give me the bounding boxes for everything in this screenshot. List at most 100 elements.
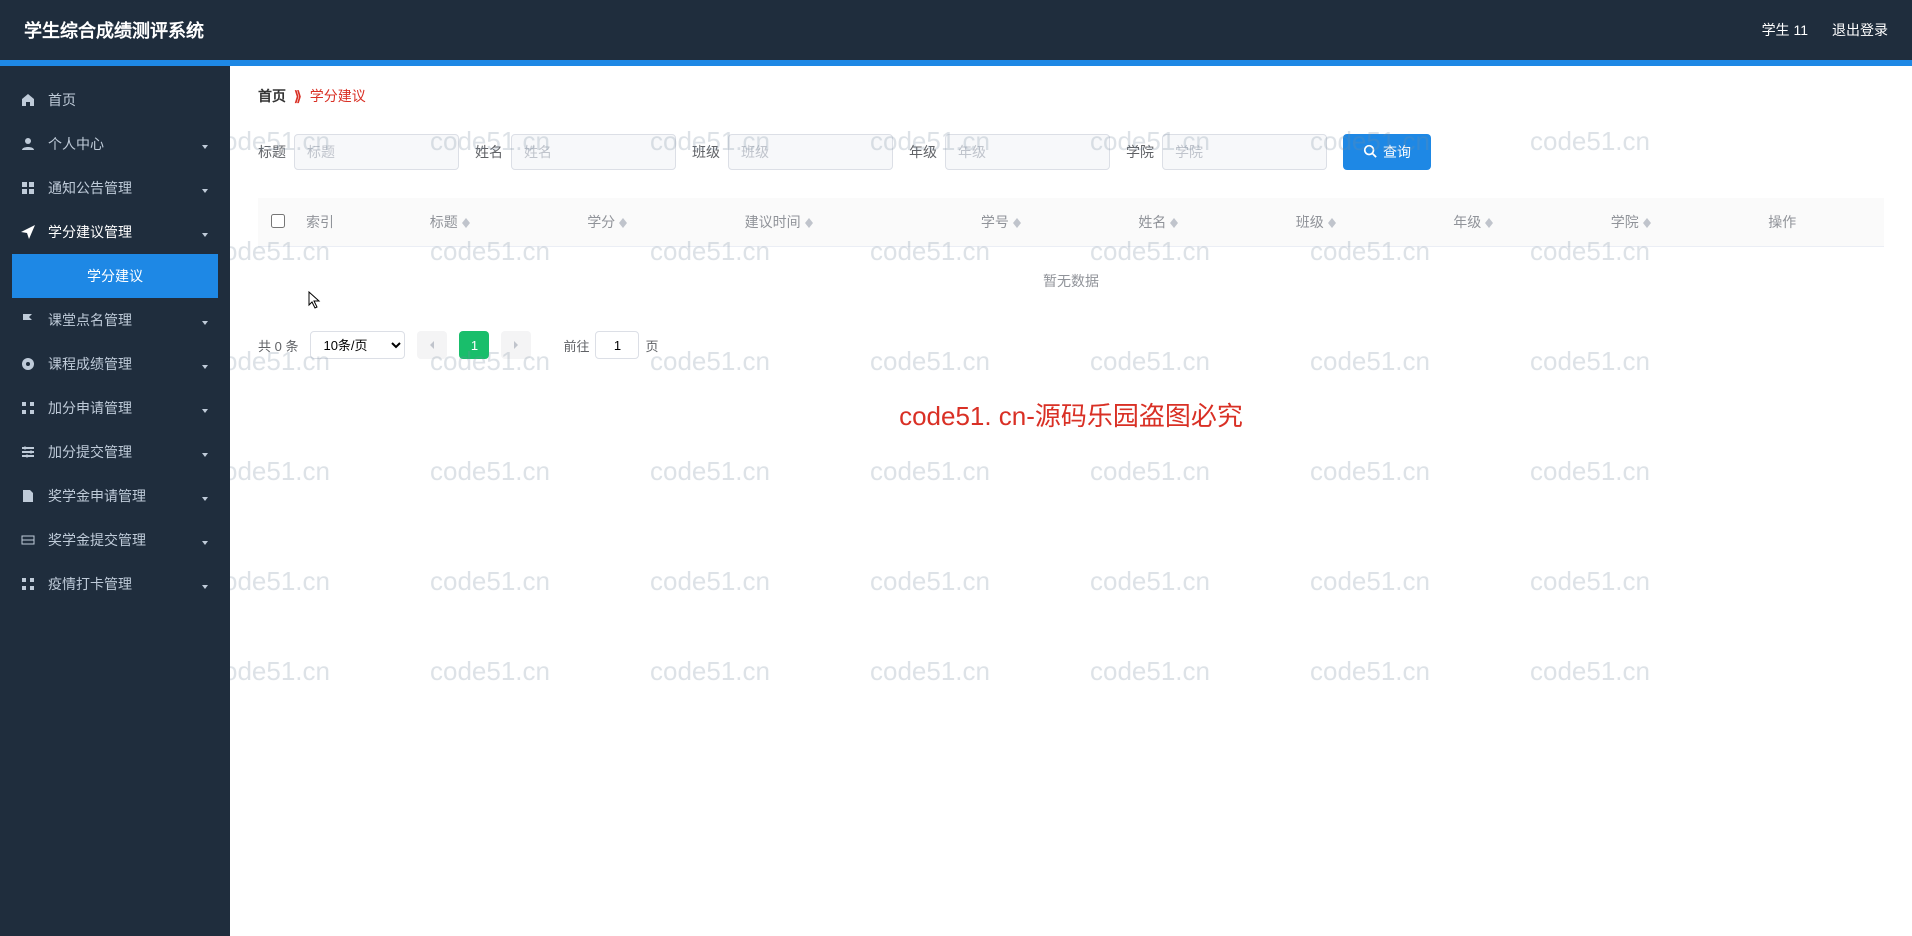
breadcrumb-current: 学分建议 (310, 86, 366, 106)
goto-suffix: 页 (645, 336, 658, 355)
grade-input[interactable] (945, 134, 1110, 170)
breadcrumb-separator-icon: ⟫ (294, 88, 302, 105)
column-label: 标题 (430, 214, 458, 230)
column-header[interactable]: 标题 (422, 198, 579, 247)
filter-label: 姓名 (475, 142, 503, 162)
sidebar-item-6[interactable]: 加分申请管理 (0, 386, 230, 430)
record-icon (20, 356, 36, 372)
watermark-main: code51. cn-源码乐园盗图必究 (230, 396, 1912, 433)
column-header[interactable]: 建议时间 (737, 198, 973, 247)
select-all-header (258, 198, 298, 247)
sidebar: 首页个人中心通知公告管理学分建议管理学分建议课堂点名管理课程成绩管理加分申请管理… (0, 66, 230, 936)
chevron-down-icon (200, 139, 210, 149)
flag-icon (20, 312, 36, 328)
app-title: 学生综合成绩测评系统 (24, 17, 204, 43)
query-button[interactable]: 查询 (1343, 134, 1431, 170)
filter-college: 学院 (1126, 134, 1327, 170)
column-header[interactable]: 学分 (579, 198, 736, 247)
pagination-total: 共 0 条 (258, 336, 298, 355)
grid2-icon (20, 576, 36, 592)
college-input[interactable] (1162, 134, 1327, 170)
sidebar-item-3[interactable]: 学分建议管理 (0, 210, 230, 254)
breadcrumb: 首页 ⟫ 学分建议 (258, 86, 1884, 106)
watermark-tile: code51.cn (1310, 456, 1430, 487)
watermark-tile: code51.cn (1310, 656, 1430, 687)
watermark-tile: code51.cn (1530, 456, 1650, 487)
watermark-tile: code51.cn (1530, 566, 1650, 597)
sidebar-item-8[interactable]: 奖学金申请管理 (0, 474, 230, 518)
doc-icon (20, 488, 36, 504)
sidebar-subitem[interactable]: 学分建议 (12, 254, 218, 298)
sidebar-item-label: 课程成绩管理 (48, 354, 188, 374)
main-content: 首页 ⟫ 学分建议 标题姓名班级年级学院查询 索引标题学分建议时间学号姓名班级年… (230, 66, 1912, 936)
column-header[interactable]: 操作 (1760, 198, 1884, 247)
watermark-tile: code51.cn (870, 456, 990, 487)
watermark-tile: code51.cn (430, 456, 550, 487)
sidebar-item-label: 通知公告管理 (48, 178, 188, 198)
watermark-tile: code51.cn (870, 566, 990, 597)
watermark-tile: code51.cn (1310, 566, 1430, 597)
goto-page: 前往 页 (563, 331, 658, 359)
column-label: 索引 (306, 214, 334, 230)
column-header[interactable]: 班级 (1288, 198, 1445, 247)
name-input[interactable] (511, 134, 676, 170)
column-label: 学号 (981, 214, 1009, 230)
column-label: 学分 (587, 214, 615, 230)
chevron-down-icon (200, 183, 210, 193)
chevron-down-icon (200, 315, 210, 325)
topbar-right: 学生 11 退出登录 (1762, 20, 1888, 40)
watermark-tile: code51.cn (230, 456, 330, 487)
sidebar-item-label: 加分提交管理 (48, 442, 188, 462)
column-header[interactable]: 姓名 (1130, 198, 1287, 247)
logout-link[interactable]: 退出登录 (1832, 20, 1888, 40)
sliders-icon (20, 444, 36, 460)
title-input[interactable] (294, 134, 459, 170)
chevron-down-icon (200, 579, 210, 589)
sidebar-item-label: 课堂点名管理 (48, 310, 188, 330)
column-header[interactable]: 学号 (973, 198, 1130, 247)
column-header[interactable]: 年级 (1445, 198, 1602, 247)
filter-label: 学院 (1126, 142, 1154, 162)
column-header[interactable]: 索引 (298, 198, 422, 247)
goto-prefix: 前往 (563, 336, 589, 355)
table-empty-row: 暂无数据 (258, 247, 1884, 316)
user-link[interactable]: 学生 11 (1762, 20, 1808, 40)
sidebar-item-label: 疫情打卡管理 (48, 574, 188, 594)
filter-label: 年级 (909, 142, 937, 162)
page-size-select[interactable]: 10条/页 (310, 331, 405, 359)
sidebar-item-0[interactable]: 首页 (0, 78, 230, 122)
watermark-tile: code51.cn (1090, 456, 1210, 487)
watermark-tile: code51.cn (430, 566, 550, 597)
filter-class: 班级 (692, 134, 893, 170)
sidebar-item-1[interactable]: 个人中心 (0, 122, 230, 166)
prev-page-button[interactable] (417, 331, 447, 359)
chevron-left-icon (427, 338, 437, 353)
sidebar-item-label: 奖学金申请管理 (48, 486, 188, 506)
class-input[interactable] (728, 134, 893, 170)
topbar: 学生综合成绩测评系统 学生 11 退出登录 (0, 0, 1912, 60)
goto-input[interactable] (595, 331, 639, 359)
sidebar-item-5[interactable]: 课程成绩管理 (0, 342, 230, 386)
select-all-checkbox[interactable] (271, 214, 285, 228)
column-label: 建议时间 (745, 214, 801, 230)
sidebar-item-2[interactable]: 通知公告管理 (0, 166, 230, 210)
watermark-tile: code51.cn (1530, 656, 1650, 687)
sidebar-item-10[interactable]: 疫情打卡管理 (0, 562, 230, 606)
next-page-button[interactable] (501, 331, 531, 359)
search-icon (1363, 144, 1377, 161)
ticket-icon (20, 532, 36, 548)
sidebar-item-7[interactable]: 加分提交管理 (0, 430, 230, 474)
page-number-1[interactable]: 1 (459, 331, 489, 359)
sidebar-item-9[interactable]: 奖学金提交管理 (0, 518, 230, 562)
grid2-icon (20, 400, 36, 416)
column-header[interactable]: 学院 (1603, 198, 1760, 247)
chevron-right-icon (511, 338, 521, 353)
chevron-down-icon (200, 403, 210, 413)
chevron-down-icon (200, 359, 210, 369)
watermark-tile: code51.cn (650, 656, 770, 687)
grid-icon (20, 180, 36, 196)
breadcrumb-home[interactable]: 首页 (258, 86, 286, 106)
sidebar-item-label: 加分申请管理 (48, 398, 188, 418)
sidebar-item-4[interactable]: 课堂点名管理 (0, 298, 230, 342)
data-table: 索引 标题 学分 建议时间 学号 姓名班级年级学院操作 暂无数据 (258, 198, 1884, 315)
